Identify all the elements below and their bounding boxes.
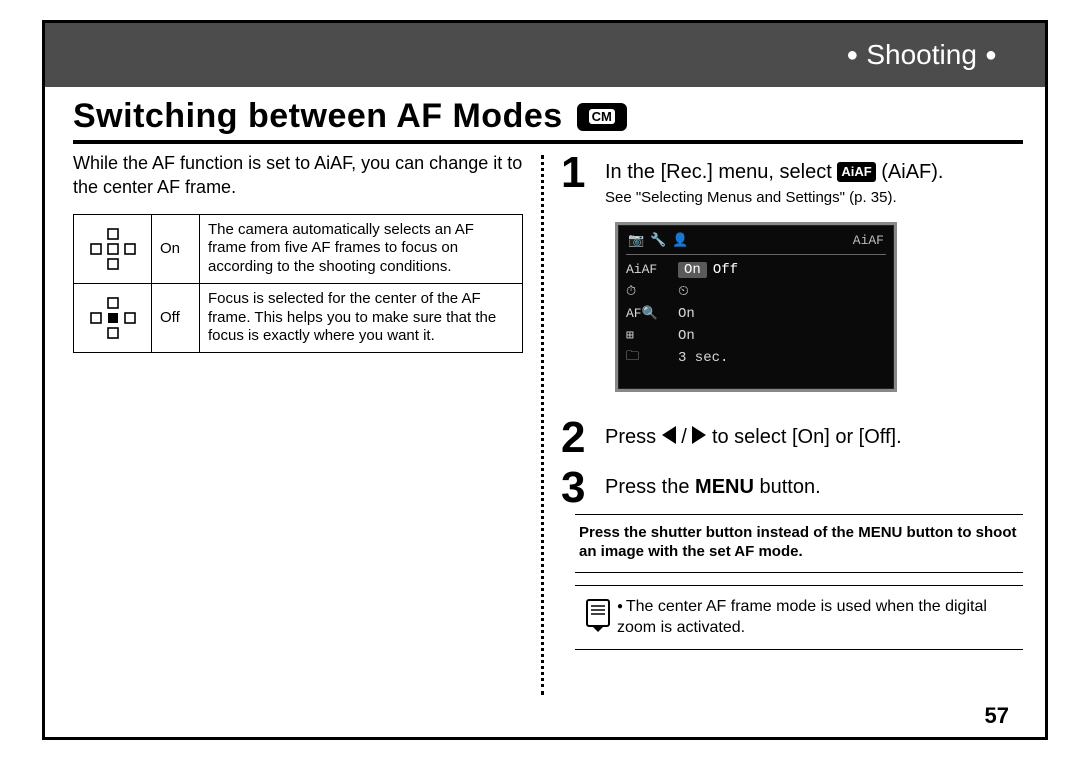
lcd-tabs: 📷 🔧 👤 AiAF xyxy=(626,231,886,254)
note-pre: Press the shutter button instead of the xyxy=(579,524,858,541)
af-state-on: On xyxy=(152,214,200,283)
memo-block: The center AF frame mode is used when th… xyxy=(575,585,1023,650)
page-number: 57 xyxy=(985,703,1009,729)
mode-badge-label: CM xyxy=(589,109,615,124)
note-bold: MENU xyxy=(858,524,902,541)
mode-badge-icon: CM xyxy=(577,103,627,131)
lcd-row-grid: ⊞ On xyxy=(626,325,886,347)
memo-text: The center AF frame mode is used when th… xyxy=(617,596,1019,639)
lcd-tab-camera-icon: 📷 xyxy=(628,233,644,248)
step-1-text-post: (AiAF). xyxy=(881,161,943,183)
lcd-row-afassist: AF🔍 On xyxy=(626,303,886,325)
aiaf-badge-icon: AiAF xyxy=(837,162,875,182)
af-desc-on: The camera automatically selects an AF f… xyxy=(200,214,523,283)
lcd-title: AiAF xyxy=(853,233,884,248)
step-number: 3 xyxy=(561,466,593,510)
step-number: 1 xyxy=(561,151,593,195)
left-column: While the AF function is set to AiAF, yo… xyxy=(73,151,523,353)
step-3: 3 Press the MENU button. xyxy=(561,466,1023,510)
step-2-text-post: to select [On] or [Off]. xyxy=(712,426,902,448)
section-title: Shooting xyxy=(866,39,977,71)
lcd-tab-wrench-icon: 🔧 xyxy=(650,233,666,248)
step-2: 2 Press / to select [On] or [Off]. xyxy=(561,416,1023,460)
header-dot-left: ● xyxy=(846,44,858,67)
af-state-off: Off xyxy=(152,283,200,352)
arrow-left-icon xyxy=(662,426,676,444)
right-column: 1 In the [Rec.] menu, select AiAF (AiAF)… xyxy=(561,151,1023,650)
step-1-subtext: See "Selecting Menus and Settings" (p. 3… xyxy=(605,188,1023,208)
section-header: ● Shooting ● xyxy=(45,23,1045,87)
lcd-row-timer: ⏱ ⏲ xyxy=(626,281,886,303)
column-divider xyxy=(541,155,544,695)
lcd-tab-user-icon: 👤 xyxy=(672,233,688,248)
lcd-row-aiaf: AiAF OnOff xyxy=(626,259,886,281)
step-2-text-pre: Press xyxy=(605,426,662,448)
table-row: Off Focus is selected for the center of … xyxy=(74,283,523,352)
lcd-row-review: 🗀 3 sec. xyxy=(626,347,886,369)
manual-page: ● Shooting ● Switching between AF Modes … xyxy=(42,20,1048,740)
step-1: 1 In the [Rec.] menu, select AiAF (AiAF)… xyxy=(561,151,1023,208)
step-2-text-mid: / xyxy=(681,426,692,448)
step-3-text-post: button. xyxy=(760,476,821,498)
memo-icon xyxy=(579,596,617,639)
intro-paragraph: While the AF function is set to AiAF, yo… xyxy=(73,151,523,200)
table-row: On The camera automatically selects an A… xyxy=(74,214,523,283)
shutter-note: Press the shutter button instead of the … xyxy=(575,514,1023,573)
af-desc-off: Focus is selected for the center of the … xyxy=(200,283,523,352)
page-title-row: Switching between AF Modes CM xyxy=(73,97,1023,144)
af-modes-table: On The camera automatically selects an A… xyxy=(73,214,523,354)
step-number: 2 xyxy=(561,416,593,460)
page-title: Switching between AF Modes xyxy=(73,97,563,136)
camera-lcd-preview: 📷 🔧 👤 AiAF AiAF OnOff ⏱ ⏲ AF🔍 On ⊞ xyxy=(615,222,897,392)
header-dot-right: ● xyxy=(985,44,997,67)
af-frame-five-icon xyxy=(74,214,152,283)
step-1-text-pre: In the [Rec.] menu, select xyxy=(605,161,837,183)
af-frame-center-icon xyxy=(74,283,152,352)
step-3-bold: MENU xyxy=(695,476,754,498)
step-3-text-pre: Press the xyxy=(605,476,695,498)
arrow-right-icon xyxy=(692,426,706,444)
